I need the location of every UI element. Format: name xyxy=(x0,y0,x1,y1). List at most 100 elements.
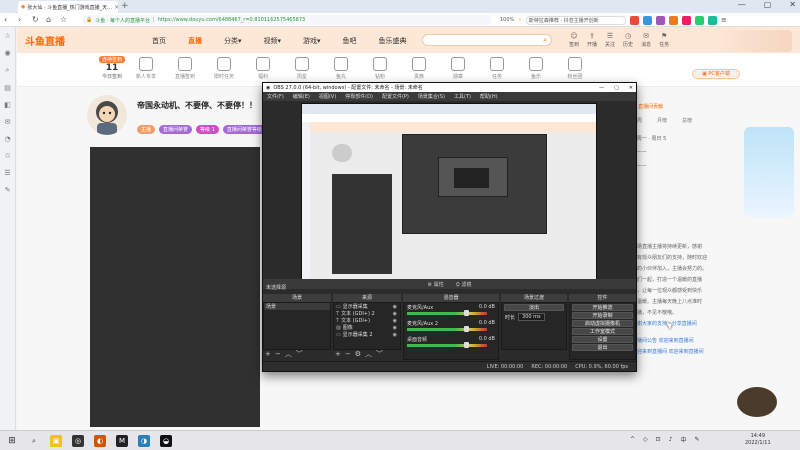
obs-menu-view[interactable]: 视图(V) xyxy=(319,93,336,100)
scene-item[interactable]: 场景 xyxy=(264,303,330,310)
header-item-history[interactable]: ◷ 历史 xyxy=(623,32,633,48)
browser-app-icon[interactable]: ◑ xyxy=(138,435,150,447)
volume-slider[interactable] xyxy=(464,310,469,316)
reader-icon[interactable]: ▤ xyxy=(4,84,11,92)
extension-icon[interactable] xyxy=(655,15,665,25)
pc-client-button[interactable]: ▣ PC客户端 xyxy=(692,69,740,79)
header-item-follow[interactable]: ☰ 关注 xyxy=(605,32,615,48)
remove-icon[interactable]: − xyxy=(275,350,281,358)
favorite-icon[interactable]: ☆ xyxy=(60,15,67,24)
source-item[interactable]: ▨ 图像 ◉ xyxy=(334,324,400,332)
forward-icon[interactable]: › xyxy=(18,15,21,24)
studio-mode-button[interactable]: 工作室模式 xyxy=(572,328,633,335)
header-item-task[interactable]: ⚑ 任务 xyxy=(659,32,669,48)
obs-menu-tools[interactable]: 工具(T) xyxy=(454,93,471,100)
pen-icon[interactable]: ✎ xyxy=(695,436,700,443)
settings-icon[interactable]: ⚙ xyxy=(355,350,361,358)
activity-item[interactable]: 周星 xyxy=(291,57,313,80)
search-icon[interactable]: ⌕ xyxy=(28,435,40,447)
activity-item[interactable]: 勋章 xyxy=(447,57,469,80)
move-up-icon[interactable]: ︿ xyxy=(365,349,372,359)
stream-tag[interactable]: 直播间荣誉 xyxy=(159,125,193,134)
source-item[interactable]: ▭ 显示器采集 2 ◉ xyxy=(334,331,400,339)
extension-icon[interactable] xyxy=(668,15,678,25)
duration-input[interactable]: 300 ms xyxy=(518,313,545,321)
refresh-icon[interactable]: ↻ xyxy=(32,15,39,24)
target-icon[interactable]: ◉ xyxy=(4,49,10,57)
eye-icon[interactable]: ◉ xyxy=(393,318,397,324)
transition-select[interactable]: 淡出 xyxy=(504,304,564,311)
move-down-icon[interactable]: ﹀ xyxy=(296,349,303,359)
nav-live[interactable]: 直播 xyxy=(188,36,202,46)
move-up-icon[interactable]: ︿ xyxy=(285,349,292,359)
notice-link[interactable]: 直播间公告 欢迎来到直播间 xyxy=(632,337,694,344)
source-item[interactable]: T 文本 (GDI+) ◉ xyxy=(334,317,400,325)
eye-icon[interactable]: ◉ xyxy=(393,332,397,338)
window-icon[interactable]: ◧ xyxy=(4,101,11,109)
list-icon[interactable]: ☰ xyxy=(4,169,10,177)
activity-item[interactable]: 任务 xyxy=(486,57,508,80)
stream-tag[interactable]: 主播 xyxy=(137,125,156,134)
menu-icon[interactable]: ≡ xyxy=(721,16,727,24)
activity-item[interactable]: 新人专享 xyxy=(135,57,157,80)
start-streaming-button[interactable]: 开始推流 xyxy=(572,304,633,311)
checkin-widget[interactable]: 连续签到 11 今日签到 xyxy=(99,56,126,80)
obs-preview[interactable] xyxy=(301,103,597,289)
nav-yuba[interactable]: 鱼吧 xyxy=(343,36,357,46)
eye-icon[interactable]: ◉ xyxy=(393,311,397,317)
volume-slider[interactable] xyxy=(464,326,469,332)
edit-icon[interactable]: ✎ xyxy=(5,186,11,194)
mail-icon[interactable]: ✉ xyxy=(5,118,11,126)
extension-icon[interactable] xyxy=(694,15,704,25)
app-icon[interactable]: ◐ xyxy=(94,435,106,447)
activity-banner[interactable] xyxy=(744,127,794,217)
eye-icon[interactable]: ◉ xyxy=(393,325,397,331)
header-item-broadcast[interactable]: ⇪ 开播 xyxy=(587,32,597,48)
activity-item[interactable]: 福利 xyxy=(252,57,274,80)
extension-icon[interactable] xyxy=(642,15,652,25)
close-button[interactable]: ✕ xyxy=(789,0,796,9)
clock[interactable]: 14:49 2022/1/11 xyxy=(745,433,771,447)
new-tab-button[interactable]: + xyxy=(121,1,129,11)
tab-month[interactable]: 月榜 xyxy=(657,117,667,124)
nav-festival[interactable]: 鱼乐盛典 xyxy=(379,36,407,46)
add-icon[interactable]: + xyxy=(335,350,341,358)
activity-item[interactable]: 钻粉 xyxy=(369,57,391,80)
obs-maximize-button[interactable]: ▢ xyxy=(614,85,619,91)
tab-total[interactable]: 总榜 xyxy=(682,117,692,124)
start-icon[interactable]: ⊞ xyxy=(6,435,18,447)
source-item[interactable]: T 文本 (GDI+) 2 ◉ xyxy=(334,310,400,318)
settings-button[interactable]: 设置 xyxy=(572,336,633,343)
activity-item[interactable]: 粉丝团 xyxy=(564,57,586,80)
start-recording-button[interactable]: 开始录制 xyxy=(572,312,633,319)
recycle-icon[interactable]: ♲ xyxy=(4,152,10,160)
obs-menu-help[interactable]: 帮助(H) xyxy=(480,93,498,100)
nav-video[interactable]: 视频▾ xyxy=(264,36,282,46)
volume-slider[interactable] xyxy=(464,342,469,348)
zoom-level[interactable]: 100% xyxy=(500,17,514,23)
douyu-logo[interactable]: 斗鱼直播 xyxy=(25,33,65,48)
nav-home[interactable]: 首页 xyxy=(152,36,166,46)
move-down-icon[interactable]: ﹀ xyxy=(376,349,383,359)
properties-button[interactable]: ⚙ 属性 xyxy=(428,281,444,288)
filters-button[interactable]: ⛭ 滤镜 xyxy=(456,281,472,288)
obs-menu-profile[interactable]: 配置文件(P) xyxy=(382,93,409,100)
activity-item[interactable]: 限时任务 xyxy=(213,57,235,80)
header-banner-image[interactable] xyxy=(707,30,792,52)
maximize-button[interactable]: ▢ xyxy=(764,0,772,9)
ime-icon[interactable]: 中 xyxy=(681,435,687,444)
activity-item[interactable]: 鱼乐 xyxy=(525,57,547,80)
notice-link[interactable]: 欢迎来到直播间 欢迎来到直播间 xyxy=(632,348,704,355)
remove-icon[interactable]: − xyxy=(345,350,351,358)
obs-close-button[interactable]: ✕ xyxy=(629,85,633,91)
virtual-camera-button[interactable]: 启动虚拟摄像机 xyxy=(572,320,633,327)
mascot-image[interactable] xyxy=(737,387,777,417)
browser-search-box[interactable]: 斯特拉森推荐 · 抖音主播开创新 xyxy=(525,15,626,25)
tab-close-icon[interactable]: × xyxy=(114,4,118,11)
add-icon[interactable]: + xyxy=(265,350,271,358)
obs-minimize-button[interactable]: — xyxy=(599,85,604,91)
app-icon[interactable]: M xyxy=(116,435,128,447)
volume-icon[interactable]: ♪ xyxy=(669,436,673,443)
minimize-button[interactable]: — xyxy=(738,0,746,9)
bolt-icon[interactable]: ⚡ xyxy=(518,17,522,23)
